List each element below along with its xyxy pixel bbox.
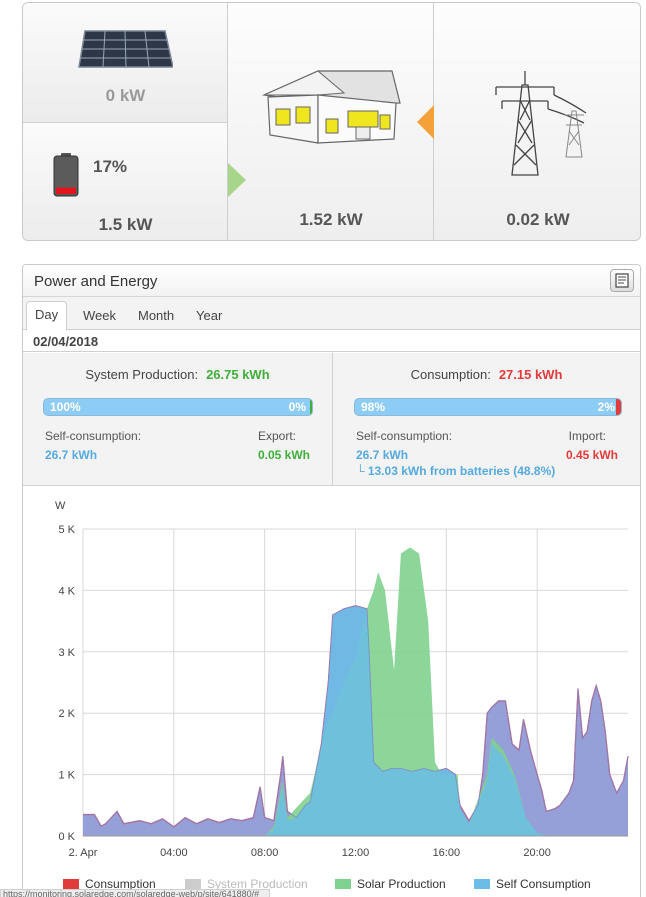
house-power: 1.52 kW bbox=[299, 210, 363, 229]
consumption-bar-left: 98% bbox=[361, 400, 386, 414]
period-tabs: Day Week Month Year bbox=[23, 297, 640, 331]
legend-self-consumption[interactable]: Self Consumption bbox=[474, 877, 591, 891]
y-tick-label: 2 K bbox=[58, 708, 75, 720]
production-bar: 100% 0% bbox=[43, 398, 313, 416]
house-cell[interactable] bbox=[228, 3, 434, 240]
document-icon bbox=[615, 273, 629, 288]
export-label: Export: bbox=[257, 429, 296, 443]
flow-arrow-to-house bbox=[228, 163, 246, 197]
export-report-button[interactable] bbox=[610, 269, 634, 292]
energy-flow-panel: 0 kW 17% 1.5 kW 1.52 kW 0.02 kW bbox=[22, 2, 641, 241]
production-bar-left: 100% bbox=[50, 400, 81, 414]
x-tick-label: 16:00 bbox=[433, 847, 461, 859]
x-tick-label: 2. Apr bbox=[69, 847, 98, 859]
legend-swatch-solar-production bbox=[335, 879, 351, 889]
production-label: System Production: bbox=[85, 367, 199, 382]
battery-percent: 17% bbox=[93, 157, 128, 176]
consumption-line: Consumption: 27.15 kWh bbox=[333, 367, 640, 382]
consumption-label: Consumption: bbox=[410, 367, 491, 382]
import-label: Import: bbox=[568, 429, 606, 443]
y-tick-label: 0 K bbox=[58, 831, 75, 843]
tab-month[interactable]: Month bbox=[130, 303, 182, 328]
production-summary: System Production: 26.75 kWh 100% 0% Self… bbox=[23, 353, 333, 486]
x-tick-label: 12:00 bbox=[342, 847, 370, 859]
solar-panel-icon bbox=[78, 30, 173, 68]
import-value: 0.45 kWh bbox=[565, 448, 618, 462]
y-tick-label: 4 K bbox=[58, 585, 75, 597]
production-value: 26.75 kWh bbox=[206, 367, 270, 382]
self-consumption-area bbox=[83, 605, 628, 836]
energy-summary: System Production: 26.75 kWh 100% 0% Self… bbox=[23, 353, 640, 486]
batteries-note: └ 13.03 kWh from batteries (48.8%) bbox=[356, 464, 556, 478]
flow-arrow-from-grid bbox=[417, 105, 434, 139]
consumption-bar: 98% 2% bbox=[354, 398, 622, 416]
y-tick-label: 3 K bbox=[58, 647, 75, 659]
y-tick-label: 5 K bbox=[58, 524, 75, 536]
consumption-self-value: 26.7 kWh bbox=[356, 448, 409, 462]
consumption-summary: Consumption: 27.15 kWh 98% 2% Self-consum… bbox=[333, 353, 640, 486]
consumption-import-segment bbox=[616, 399, 621, 415]
export-value: 0.05 kWh bbox=[257, 448, 310, 462]
date-row: 02/04/2018 bbox=[23, 330, 640, 352]
production-line: System Production: 26.75 kWh bbox=[23, 367, 332, 382]
y-tick-label: 1 K bbox=[58, 770, 75, 782]
consumption-self-label: Self-consumption: bbox=[356, 429, 453, 443]
selected-date[interactable]: 02/04/2018 bbox=[33, 334, 98, 349]
grid-power: 0.02 kW bbox=[506, 210, 570, 229]
legend-label-solar-production: Solar Production bbox=[357, 877, 446, 891]
power-chart: 0 K 1 K 2 K 3 K 4 K 5 K 2. Apr 04:00 08:00 12:00 1… bbox=[23, 487, 640, 897]
production-self-label: Self-consumption: bbox=[45, 429, 142, 443]
legend-swatch-self-consumption bbox=[474, 879, 490, 889]
production-bar-right: 0% bbox=[288, 400, 306, 414]
panel-title: Power and Energy bbox=[34, 273, 158, 290]
browser-status-bar: https://monitoring.solaredge.com/solared… bbox=[0, 889, 270, 897]
pv-power: 0 kW bbox=[105, 86, 146, 105]
legend-label-self-consumption: Self Consumption bbox=[496, 877, 591, 891]
battery-icon bbox=[53, 153, 79, 197]
panel-header: Power and Energy bbox=[23, 265, 640, 297]
house-icon bbox=[261, 70, 401, 144]
legend-swatch-consumption bbox=[63, 879, 79, 889]
tab-day[interactable]: Day bbox=[26, 301, 68, 331]
tab-year[interactable]: Year bbox=[188, 303, 230, 328]
legend-swatch-system-production bbox=[185, 879, 201, 889]
power-pylon-icon bbox=[495, 71, 587, 176]
legend-solar-production[interactable]: Solar Production bbox=[335, 877, 446, 891]
grid-cell[interactable] bbox=[434, 3, 640, 240]
power-chart-svg: 0 K 1 K 2 K 3 K 4 K 5 K 2. Apr 04:00 08:00 12:00 1… bbox=[55, 500, 629, 859]
battery-power: 1.5 kW bbox=[98, 215, 153, 234]
production-self-value: 26.7 kWh bbox=[45, 448, 98, 462]
power-energy-panel: Power and Energy Day Week Month Year 02/… bbox=[22, 264, 641, 897]
production-export-segment bbox=[310, 399, 312, 415]
consumption-bar-right: 2% bbox=[597, 400, 615, 414]
x-tick-label: 04:00 bbox=[160, 847, 188, 859]
y-axis-label: W bbox=[55, 500, 66, 512]
consumption-value: 27.15 kWh bbox=[498, 367, 563, 382]
x-tick-label: 08:00 bbox=[251, 847, 279, 859]
x-tick-label: 20:00 bbox=[523, 847, 551, 859]
tab-week[interactable]: Week bbox=[75, 303, 124, 328]
